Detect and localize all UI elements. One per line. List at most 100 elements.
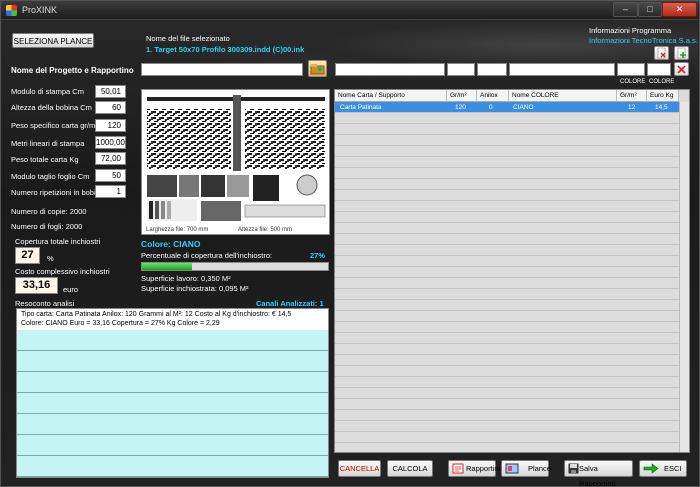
field-label-linear-meters: Metri lineari di stampa [11, 139, 85, 148]
field-label-paper-weight: Peso specifico carta gr/m² [11, 121, 98, 130]
paper-weight-input[interactable]: 120 [95, 119, 126, 132]
color-grams-input[interactable] [617, 63, 645, 76]
plates-icon [505, 463, 519, 474]
col-euro-kg[interactable]: Euro Kg [647, 90, 679, 102]
inked-surface: Superficie inchiostrata: 0,095 M² [141, 284, 249, 293]
col-paper-grams[interactable]: Gr/m² [447, 90, 477, 102]
report-line-empty [17, 393, 328, 414]
coverage-unit: % [47, 254, 54, 263]
cost-label: Costo complessivo inchiostri [15, 267, 110, 276]
field-label-sheet-cut: Modulo taglio foglio Cm [11, 172, 90, 181]
table-row-empty [335, 223, 679, 234]
table-row-empty [335, 212, 679, 223]
report-line-empty [17, 456, 328, 477]
col-paper-name[interactable]: Nome Carta / Supporto [335, 90, 447, 102]
reel-height-input[interactable]: 60 [95, 101, 126, 114]
close-button[interactable]: ✕ [662, 2, 697, 17]
table-row-empty [335, 421, 679, 432]
report-line-2: Colore: CIANO Euro = 33,16 Copertura = 2… [21, 320, 220, 327]
report-line-empty [17, 435, 328, 456]
table-row-empty [335, 245, 679, 256]
reports-button[interactable]: Rapportini [448, 460, 500, 477]
table-row-empty [335, 146, 679, 157]
plates-button[interactable]: Plance [501, 460, 551, 477]
save-report-label: Salva Rapportino [579, 464, 616, 487]
anilox-input[interactable] [477, 63, 507, 76]
table-row-empty [335, 399, 679, 410]
coverage-progress-bar [141, 262, 329, 271]
exit-arrow-icon [643, 463, 659, 474]
table-row-empty [335, 344, 679, 355]
paper-name-input[interactable] [335, 63, 445, 76]
print-module-input[interactable]: 50,01 [95, 85, 126, 98]
minimize-button[interactable]: – [613, 2, 638, 17]
table-row-empty [335, 278, 679, 289]
program-info-company[interactable]: Informazioni TecnoTronica S.a.s. [589, 36, 698, 45]
add-row-icon[interactable] [674, 46, 689, 60]
linear-meters-input[interactable]: 1000,00 [95, 136, 126, 149]
total-paper-weight-input[interactable]: 72,00 [95, 152, 126, 165]
euro-kg-input[interactable] [647, 63, 671, 76]
exit-label: ESCI [664, 464, 682, 473]
project-name-input[interactable] [141, 63, 303, 76]
calculate-button[interactable]: CALCOLA [387, 460, 433, 477]
table-row-empty [335, 256, 679, 267]
program-info-title: Informazioni Programma [589, 26, 672, 35]
table-row-empty [335, 333, 679, 344]
table-row-empty [335, 190, 679, 201]
table-scrollbar[interactable] [679, 102, 689, 452]
delete-file-icon[interactable] [654, 46, 669, 60]
open-folder-icon[interactable] [308, 60, 327, 77]
inks-table[interactable]: Nome Carta / Supporto Gr/m² Anilox Nome … [334, 89, 690, 453]
selected-file-label: Nome del file selezionato [146, 34, 230, 43]
color-name-input[interactable] [509, 63, 615, 76]
maximize-button[interactable]: □ [638, 2, 662, 17]
table-row-empty [335, 113, 679, 124]
selected-file-name: 1. Target 50x70 Profilo 300309.indd (C)0… [146, 45, 305, 54]
color-title: Colore: CIANO [141, 239, 201, 249]
repetitions-input[interactable]: 1 [95, 185, 126, 198]
app-logo-icon [6, 5, 17, 16]
table-row-empty [335, 377, 679, 388]
analysis-report: Tipo carta: Carta Patinata Anilox: 120 G… [16, 308, 329, 478]
report-line-empty [17, 330, 328, 351]
table-row-empty [335, 366, 679, 377]
project-label: Nome del Progetto e Rapportino [11, 66, 134, 75]
cost-unit: euro [63, 285, 79, 294]
field-label-reel-height: Altezza della bobina Cm [11, 103, 92, 112]
sheet-cut-input[interactable]: 50 [95, 169, 126, 182]
table-row-empty [335, 124, 679, 135]
cell-grams: 120 [455, 104, 466, 111]
sheets-count: Numero di fogli: 2000 [11, 222, 83, 231]
table-row-empty [335, 267, 679, 278]
col-anilox[interactable]: Anilox [477, 90, 509, 102]
table-row-empty [335, 157, 679, 168]
table-row-empty [335, 289, 679, 300]
paper-grams-input[interactable] [447, 63, 475, 76]
table-row[interactable]: Carta Patinata 120 0 CIANO 12 14,5 [335, 102, 679, 113]
cell-paper: Carta Patinata [340, 104, 382, 111]
col-color-name[interactable]: Nome COLORE [509, 90, 617, 102]
channels-analyzed: Canali Analizzati: 1 [256, 299, 324, 308]
coverage-percent-value: 27% [310, 251, 326, 260]
exit-button[interactable]: ESCI [639, 460, 687, 477]
reports-icon [452, 463, 464, 474]
table-row-empty [335, 432, 679, 443]
cost-value: 33,16 [15, 277, 58, 294]
copies-count: Numero di copie: 2000 [11, 207, 87, 216]
table-row-empty [335, 355, 679, 366]
cancel-button[interactable]: CANCELLA [338, 460, 381, 477]
remove-row-icon[interactable] [674, 62, 689, 76]
select-plates-button[interactable]: SELEZIONA PLANCE [12, 33, 94, 48]
table-row-empty [335, 234, 679, 245]
col-color-grams[interactable]: Gr/m² [617, 90, 647, 102]
table-row-empty [335, 168, 679, 179]
field-label-repetitions: Numero ripetizioni in bobina [11, 188, 104, 197]
table-row-empty [335, 135, 679, 146]
plates-label: Plance [528, 464, 551, 473]
cell-color: CIANO [513, 104, 534, 111]
save-report-button[interactable]: Salva Rapportino [564, 460, 633, 486]
report-line-empty [17, 351, 328, 372]
file-width-caption: Larghezza file: 700 mm [146, 227, 209, 233]
file-height-caption: Altezza file: 500 mm [238, 227, 293, 233]
